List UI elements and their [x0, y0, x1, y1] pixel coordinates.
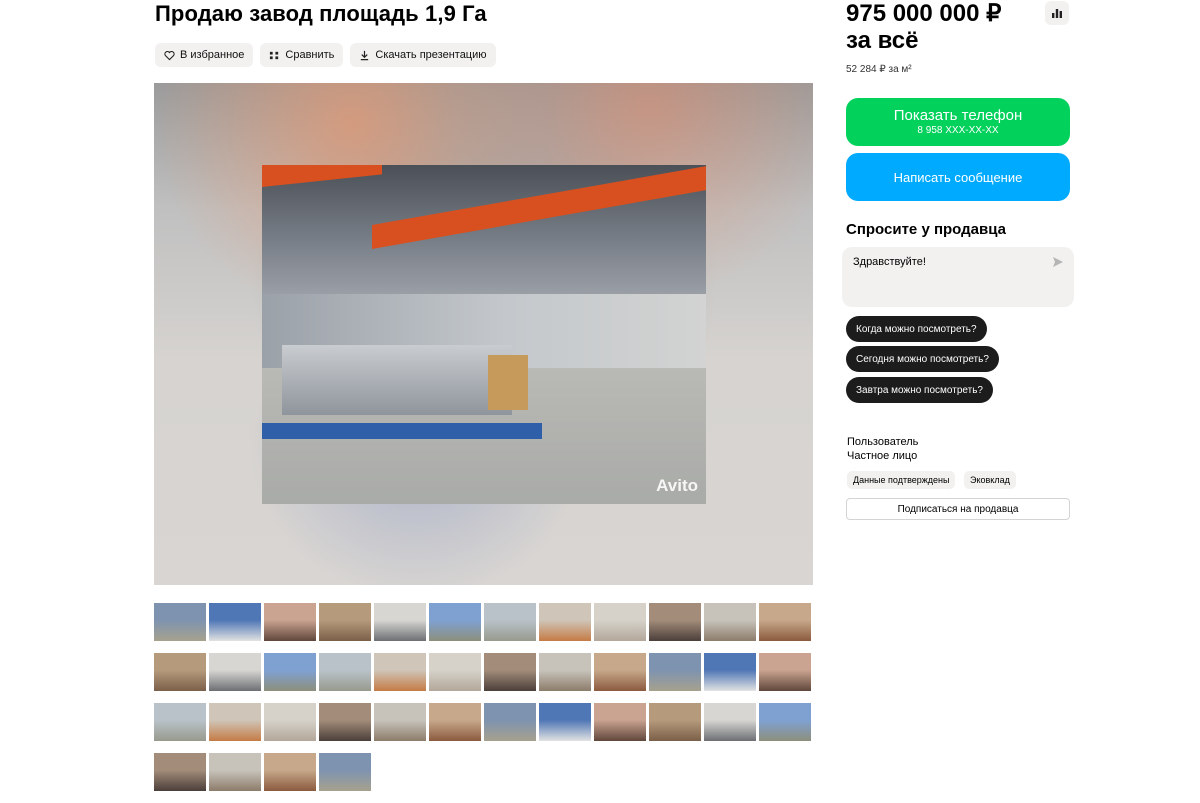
thumbnail-gallery — [154, 603, 814, 803]
photo-thumbnail[interactable] — [264, 753, 316, 791]
photo-thumbnail[interactable] — [484, 603, 536, 641]
photo-thumbnail[interactable] — [154, 703, 206, 741]
photo-thumbnail[interactable] — [594, 603, 646, 641]
ask-seller-text[interactable]: Здравствуйте! — [853, 256, 926, 268]
download-presentation-button[interactable]: Скачать презентацию — [350, 43, 496, 67]
subscribe-seller-button[interactable]: Подписаться на продавца — [846, 498, 1070, 520]
photo-thumbnail[interactable] — [374, 653, 426, 691]
photo-thumbnail[interactable] — [264, 703, 316, 741]
photo-thumbnail[interactable] — [264, 603, 316, 641]
photo-thumbnail[interactable] — [759, 703, 811, 741]
seller-type: Частное лицо — [847, 450, 918, 462]
photo-thumbnail[interactable] — [484, 703, 536, 741]
thumbnail-row — [154, 753, 814, 791]
photo-thumbnail[interactable] — [539, 703, 591, 741]
favorite-button[interactable]: В избранное — [155, 43, 254, 67]
send-icon[interactable] — [1052, 256, 1064, 268]
main-photo[interactable]: Avito — [154, 83, 813, 585]
stats-button[interactable] — [1045, 1, 1069, 25]
photo-thumbnail[interactable] — [319, 753, 371, 791]
favorite-label: В избранное — [180, 49, 245, 61]
write-message-button[interactable]: Написать сообщение — [846, 153, 1070, 201]
compare-label: Сравнить — [285, 49, 335, 61]
seller-badge-ecodeposit[interactable]: Эковклад — [964, 471, 1016, 489]
quick-question-chip[interactable]: Когда можно посмотреть? — [846, 316, 987, 342]
photo-thumbnail[interactable] — [154, 653, 206, 691]
download-icon — [361, 50, 369, 60]
seller-name[interactable]: Пользователь — [847, 436, 918, 448]
photo-thumbnail[interactable] — [594, 703, 646, 741]
photo-thumbnail[interactable] — [319, 603, 371, 641]
photo-thumbnail[interactable] — [209, 703, 261, 741]
photo-thumbnail[interactable] — [429, 703, 481, 741]
show-phone-button[interactable]: Показать телефон 8 958 XXX-XX-XX — [846, 98, 1070, 146]
thumbnail-row — [154, 653, 814, 691]
download-label: Скачать презентацию — [375, 49, 487, 61]
photo-thumbnail[interactable] — [374, 703, 426, 741]
photo-thumbnail[interactable] — [319, 703, 371, 741]
photo-thumbnail[interactable] — [649, 653, 701, 691]
show-phone-label: Показать телефон — [893, 107, 1023, 124]
photo-thumbnail[interactable] — [594, 653, 646, 691]
ask-seller-input[interactable]: Здравствуйте! — [842, 247, 1074, 307]
photo-thumbnail[interactable] — [374, 603, 426, 641]
wooden-crate — [488, 355, 528, 410]
photo-thumbnail[interactable] — [209, 603, 261, 641]
photo-thumbnail[interactable] — [264, 653, 316, 691]
photo-thumbnail[interactable] — [649, 603, 701, 641]
thumbnail-row — [154, 603, 814, 641]
quick-question-chip[interactable]: Сегодня можно посмотреть? — [846, 346, 999, 372]
compare-button[interactable]: Сравнить — [260, 43, 344, 67]
photo-thumbnail[interactable] — [759, 653, 811, 691]
photo-thumbnail[interactable] — [429, 603, 481, 641]
photo-thumbnail[interactable] — [154, 753, 206, 791]
photo-thumbnail[interactable] — [154, 603, 206, 641]
price-value: 975 000 000 ₽ — [846, 0, 1002, 27]
photo-thumbnail[interactable] — [429, 653, 481, 691]
heart-icon — [164, 50, 175, 60]
thumbnail-row — [154, 703, 814, 741]
photo-thumbnail[interactable] — [209, 753, 261, 791]
blue-rail — [262, 423, 542, 439]
photo-thumbnail[interactable] — [649, 703, 701, 741]
price-scope: за всё — [846, 27, 919, 54]
photo-thumbnail[interactable] — [539, 603, 591, 641]
listing-actions: В избранное Сравнить Скачать презентацию — [155, 43, 496, 67]
price-per-sqm: 52 284 ₽ за м² — [846, 64, 912, 75]
photo-thumbnail[interactable] — [704, 653, 756, 691]
photo-thumbnail[interactable] — [539, 653, 591, 691]
stats-icon — [1052, 9, 1062, 18]
phone-number-masked: 8 958 XXX-XX-XX — [917, 125, 999, 136]
photo-thumbnail[interactable] — [319, 653, 371, 691]
compare-icon — [270, 51, 279, 59]
price-block: 975 000 000 ₽ за всё — [846, 0, 1001, 54]
factory-photo[interactable]: Avito — [262, 165, 706, 504]
photo-thumbnail[interactable] — [484, 653, 536, 691]
quick-question-chip[interactable]: Завтра можно посмотреть? — [846, 377, 993, 403]
seller-badge-verified[interactable]: Данные подтверждены — [847, 471, 956, 489]
photo-thumbnail[interactable] — [704, 703, 756, 741]
production-line — [282, 345, 512, 415]
photo-thumbnail[interactable] — [759, 603, 811, 641]
avito-watermark: Avito — [656, 476, 698, 495]
ask-seller-title: Спросите у продавца — [846, 221, 1006, 238]
listing-title: Продаю завод площадь 1,9 Га — [155, 1, 487, 26]
photo-thumbnail[interactable] — [704, 603, 756, 641]
photo-thumbnail[interactable] — [209, 653, 261, 691]
